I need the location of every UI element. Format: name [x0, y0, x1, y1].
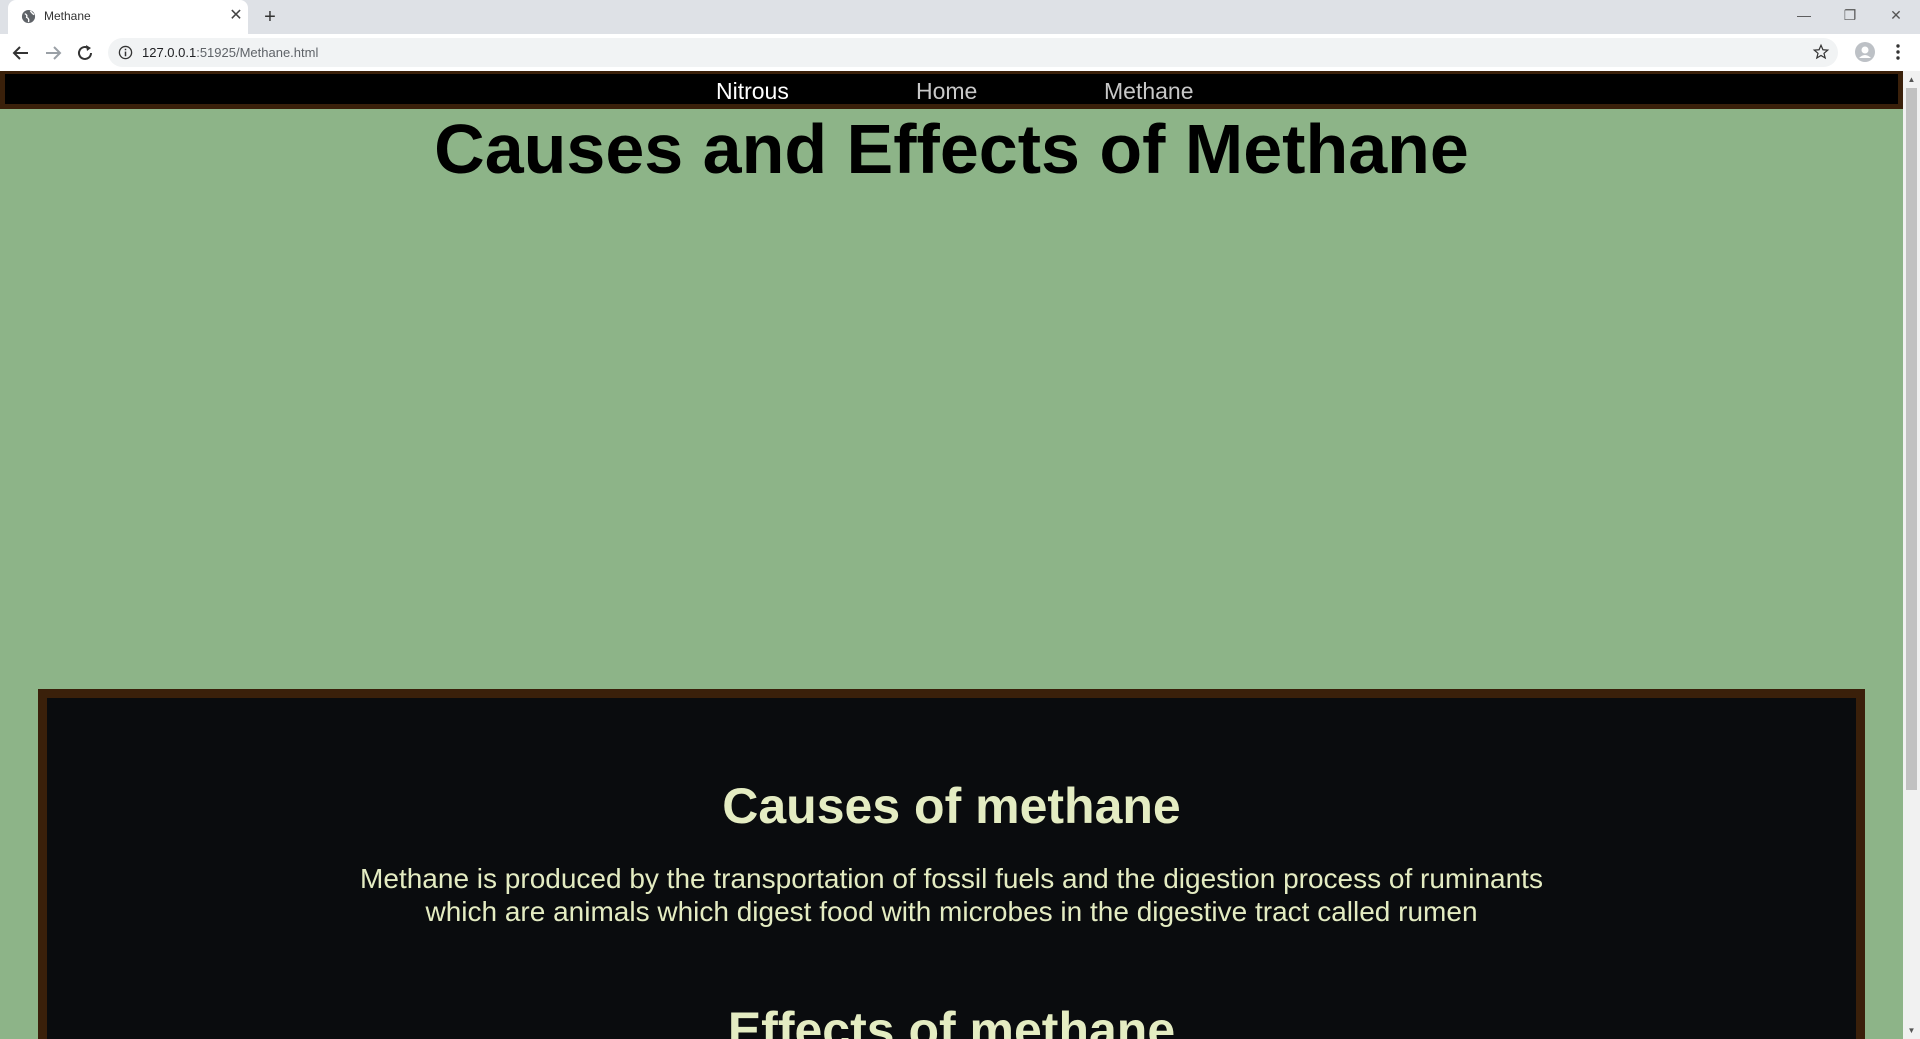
nav-link-nitrous[interactable]: Nitrous: [716, 76, 789, 106]
page-title: Causes and Effects of Methane: [434, 110, 1469, 188]
close-icon[interactable]: ✕: [226, 6, 246, 26]
reload-icon[interactable]: [73, 41, 97, 65]
scrollbar-thumb[interactable]: [1906, 88, 1917, 790]
nav-link-methane[interactable]: Methane: [1104, 76, 1194, 106]
vertical-scrollbar[interactable]: ▲ ▼: [1903, 71, 1920, 1039]
forward-arrow-icon[interactable]: [41, 41, 65, 65]
address-bar[interactable]: 127.0.0.1:51925/Methane.html: [108, 38, 1838, 67]
back-arrow-icon[interactable]: [9, 41, 33, 65]
menu-dots-icon[interactable]: [1890, 42, 1906, 62]
causes-text-line-2: which are animals which digest food with…: [425, 896, 1478, 927]
browser-tab-methane[interactable]: Methane ✕: [8, 0, 248, 34]
url-path: :51925/Methane.html: [196, 45, 319, 60]
causes-text-line-1: Methane is produced by the transportatio…: [360, 863, 1543, 894]
page-viewport: Nitrous Home Methane Causes and Effects …: [0, 71, 1903, 1039]
window-close-icon[interactable]: ✕: [1873, 0, 1919, 30]
info-icon[interactable]: [118, 45, 133, 60]
scroll-up-arrow-icon[interactable]: ▲: [1903, 71, 1920, 88]
star-icon[interactable]: [1812, 43, 1830, 61]
plus-icon[interactable]: +: [259, 6, 281, 28]
browser-toolbar: 127.0.0.1:51925/Methane.html: [0, 34, 1920, 71]
tab-title: Methane: [44, 9, 91, 23]
nav-link-home[interactable]: Home: [916, 76, 977, 106]
url-text[interactable]: 127.0.0.1:51925/Methane.html: [142, 45, 318, 60]
effects-heading: Effects of methane: [727, 1002, 1176, 1039]
profile-icon[interactable]: [1855, 42, 1875, 62]
causes-heading: Causes of methane: [722, 778, 1181, 834]
minimize-icon[interactable]: —: [1781, 0, 1827, 30]
globe-icon: [21, 9, 36, 24]
tab-strip: Methane ✕ + — ❐ ✕: [0, 0, 1920, 34]
content-panel: Causes of methane Methane is produced by…: [38, 689, 1865, 1039]
restore-icon[interactable]: ❐: [1827, 0, 1873, 30]
scroll-down-arrow-icon[interactable]: ▼: [1903, 1022, 1920, 1039]
site-navigation: Nitrous Home Methane: [0, 71, 1903, 109]
url-host: 127.0.0.1: [142, 45, 197, 60]
